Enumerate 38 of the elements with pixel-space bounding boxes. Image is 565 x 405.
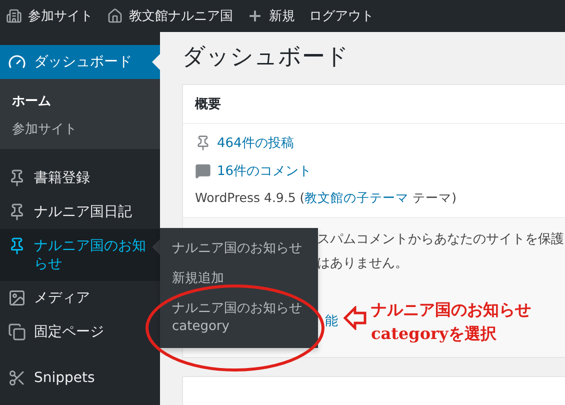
menu-item[interactable]: 書籍登録: [0, 161, 160, 195]
building-icon: [6, 8, 22, 24]
menu-item[interactable]: ナルニア国のお知らせ: [0, 229, 160, 281]
menu-item[interactable]: メディア: [0, 281, 160, 315]
card-title: 概要: [183, 85, 565, 124]
pin-icon: [8, 203, 26, 221]
page-title: ダッシュボード: [182, 43, 350, 72]
menu-item[interactable]: ナルニア国日記: [0, 195, 160, 229]
stat-link[interactable]: 16件のコメント: [195, 162, 565, 180]
admin-bar-link[interactable]: 教文館ナルニア国: [107, 7, 233, 25]
arrow-icon: [343, 306, 367, 330]
theme-link[interactable]: 教文館の子テーマ: [304, 190, 409, 205]
comment-icon: [195, 163, 211, 179]
pin-icon: [8, 169, 26, 187]
home-icon: [107, 8, 123, 24]
admin-bar-link[interactable]: ログアウト: [309, 7, 374, 25]
pin-icon: [8, 237, 26, 255]
admin-bar-link[interactable]: 新規: [247, 7, 295, 25]
annotation-text: ナルニア国のお知らせ categoryを選択: [371, 299, 531, 345]
menu-item[interactable]: Snippets: [0, 361, 160, 395]
pin-icon: [195, 135, 211, 151]
gauge-icon: [8, 53, 26, 71]
media-icon: [8, 289, 26, 307]
stat-link[interactable]: 464件の投稿: [195, 134, 565, 152]
menu-item[interactable]: ダッシュボード: [0, 45, 160, 79]
notice-text: スパムコメントからあなたのサイトを保護: [317, 231, 565, 248]
submenu-item[interactable]: 参加サイト: [0, 115, 160, 143]
version-text: WordPress 4.9.5 (教文館の子テーマ テーマ): [195, 190, 458, 207]
plus-icon: [247, 8, 263, 24]
flyout-item[interactable]: ナルニア国のお知らせ: [160, 234, 318, 264]
admin-bar-link[interactable]: 参加サイト: [6, 7, 93, 25]
notice-link[interactable]: 能: [325, 312, 338, 330]
scissors-icon: [8, 369, 26, 387]
menu-item[interactable]: 固定ページ: [0, 315, 160, 349]
pages-icon: [8, 323, 26, 341]
flyout-item[interactable]: 新規追加: [160, 264, 318, 294]
submenu-item[interactable]: ホーム: [0, 87, 160, 115]
notice-text: はありません。: [317, 255, 409, 272]
